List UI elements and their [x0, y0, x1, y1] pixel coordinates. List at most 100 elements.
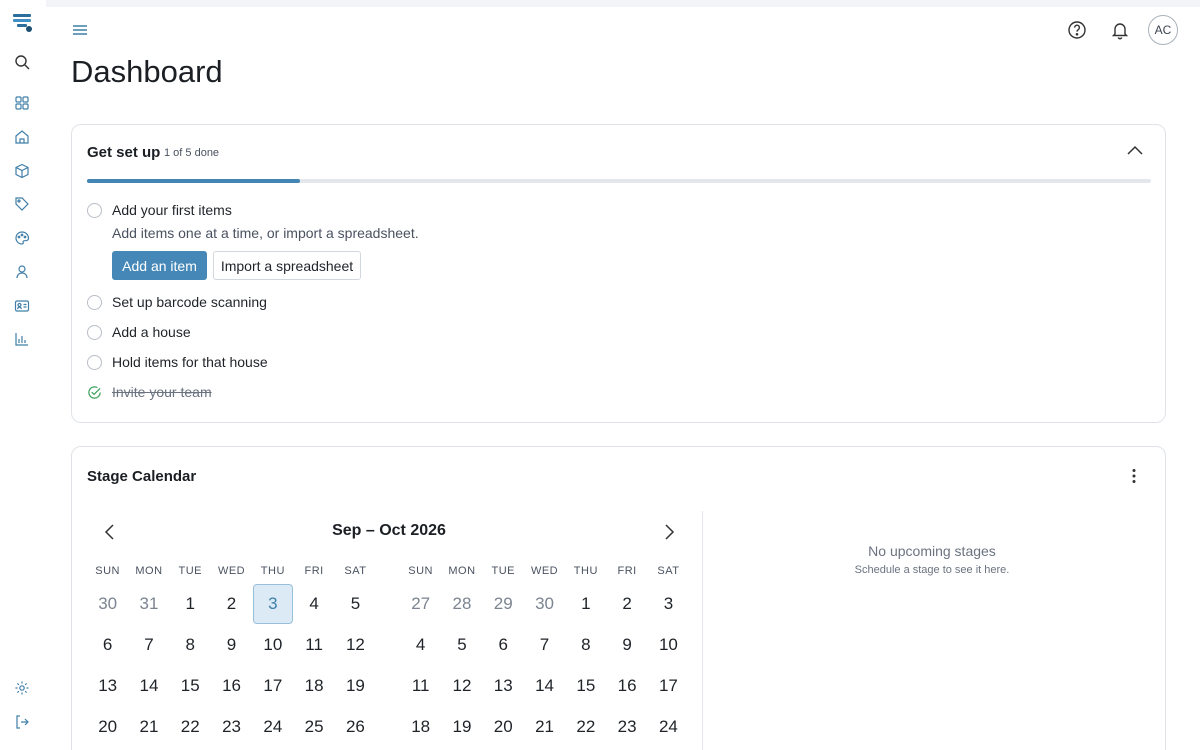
calendar-day-number: 8 — [581, 634, 591, 654]
calendar-day[interactable]: 10 — [648, 624, 689, 665]
calendar-day[interactable]: 20 — [483, 707, 524, 748]
calendar-day[interactable]: 18 — [400, 707, 441, 748]
menu-icon[interactable] — [70, 20, 90, 40]
calendar-day[interactable]: 11 — [400, 665, 441, 706]
calendar-day[interactable]: 1 — [565, 583, 606, 624]
calendar-day[interactable]: 13 — [483, 665, 524, 706]
task-barcode-scanning[interactable]: Set up barcode scanning — [87, 292, 267, 312]
bell-icon[interactable] — [1109, 19, 1131, 41]
calendar-day[interactable]: 13 — [87, 665, 128, 706]
calendar-day[interactable]: 22 — [565, 707, 606, 748]
weekday-label: SAT — [344, 565, 367, 577]
calendar-day[interactable]: 24 — [252, 707, 293, 748]
calendar-day[interactable]: 6 — [87, 624, 128, 665]
home-icon[interactable] — [11, 126, 33, 148]
calendar-day[interactable]: 30 — [524, 583, 565, 624]
calendar-day[interactable]: 8 — [565, 624, 606, 665]
calendar-day[interactable]: 15 — [565, 665, 606, 706]
more-options-icon[interactable] — [1124, 466, 1144, 486]
calendar-day-number: 14 — [139, 675, 159, 695]
id-card-icon[interactable] — [11, 295, 33, 317]
radio-unchecked-icon[interactable] — [87, 324, 102, 340]
calendar-day[interactable]: 7 — [128, 624, 169, 665]
calendar-day[interactable]: 23 — [211, 707, 252, 748]
weekday-label: WED — [530, 565, 559, 577]
calendar-day[interactable]: 19 — [441, 707, 482, 748]
calendar-day[interactable]: 14 — [128, 665, 169, 706]
chevron-right-icon[interactable] — [659, 521, 679, 543]
calendar-day[interactable]: 27 — [400, 583, 441, 624]
calendar-week-row: 18 19 20 21 22 23 24 — [400, 707, 689, 748]
calendar-day[interactable]: 14 — [524, 665, 565, 706]
calendar-day[interactable]: 6 — [483, 624, 524, 665]
help-icon[interactable] — [1066, 19, 1088, 41]
calendar-day[interactable]: 2 — [606, 583, 647, 624]
calendar-day[interactable]: 31 — [128, 583, 169, 624]
task-label: Add your first items — [112, 202, 232, 218]
calendar-day[interactable]: 26 — [335, 707, 376, 748]
radio-unchecked-icon[interactable] — [87, 202, 102, 218]
calendar-day[interactable]: 4 — [400, 624, 441, 665]
import-spreadsheet-button[interactable]: Import a spreadsheet — [213, 251, 361, 280]
calendar-day[interactable]: 10 — [252, 624, 293, 665]
palette-icon[interactable] — [11, 227, 33, 249]
chevron-up-icon[interactable] — [1126, 142, 1144, 160]
avatar[interactable]: AC — [1148, 15, 1178, 45]
search-icon[interactable] — [11, 51, 33, 73]
user-icon[interactable] — [11, 261, 33, 283]
calendar-day-number: 11 — [411, 675, 430, 695]
tag-icon[interactable] — [11, 193, 33, 215]
calendar-day[interactable]: 22 — [170, 707, 211, 748]
grid-icon[interactable] — [11, 92, 33, 114]
task-invite-team[interactable]: Invite your team — [87, 382, 212, 402]
calendar-day[interactable]: 29 — [483, 583, 524, 624]
app-logo-icon[interactable] — [12, 12, 34, 34]
chart-icon[interactable] — [11, 328, 33, 350]
calendar-day[interactable]: 28 — [441, 583, 482, 624]
calendar-day[interactable]: 12 — [335, 624, 376, 665]
calendar-day[interactable]: 18 — [293, 665, 334, 706]
calendar-day[interactable]: 21 — [128, 707, 169, 748]
calendar-day[interactable]: 5 — [335, 583, 376, 624]
calendar-day[interactable]: 5 — [441, 624, 482, 665]
calendar-day[interactable]: 19 — [335, 665, 376, 706]
calendar-day[interactable]: 21 — [524, 707, 565, 748]
add-item-button[interactable]: Add an item — [112, 251, 207, 280]
radio-unchecked-icon[interactable] — [87, 354, 102, 370]
radio-unchecked-icon[interactable] — [87, 294, 102, 310]
task-add-house[interactable]: Add a house — [87, 322, 191, 342]
task-add-first-items[interactable]: Add your first items — [87, 200, 232, 220]
task-hold-items[interactable]: Hold items for that house — [87, 352, 268, 372]
calendar-day-number: 23 — [222, 717, 241, 737]
calendar-day[interactable]: 9 — [606, 624, 647, 665]
calendar-day-number: 4 — [415, 634, 426, 654]
setup-card: Get set up 1 of 5 done Add your first it… — [71, 124, 1166, 423]
chevron-left-icon[interactable] — [100, 521, 120, 543]
calendar-day-number: 3 — [663, 593, 674, 613]
calendar-day-number: 16 — [222, 675, 241, 695]
calendar-day[interactable]: 25 — [293, 707, 334, 748]
calendar-day[interactable]: 17 — [252, 665, 293, 706]
calendar-day[interactable]: 24 — [648, 707, 689, 748]
calendar-day[interactable]: 16 — [606, 665, 647, 706]
calendar-day[interactable]: 16 — [211, 665, 252, 706]
calendar-day[interactable]: 8 — [170, 624, 211, 665]
calendar-day[interactable]: 30 — [87, 583, 128, 624]
calendar-day[interactable]: 4 — [293, 583, 334, 624]
calendar-day[interactable]: 3 — [648, 583, 689, 624]
setup-title: Get set up — [87, 144, 161, 161]
calendar-day[interactable]: 2 — [211, 583, 252, 624]
calendar-day[interactable]: 11 — [293, 624, 334, 665]
calendar-day-today[interactable]: 3 — [252, 583, 294, 625]
calendar-day[interactable]: 12 — [441, 665, 482, 706]
settings-icon[interactable] — [11, 677, 33, 699]
calendar-day[interactable]: 15 — [170, 665, 211, 706]
box-icon[interactable] — [11, 160, 33, 182]
calendar-day[interactable]: 20 — [87, 707, 128, 748]
calendar-day[interactable]: 17 — [648, 665, 689, 706]
calendar-day[interactable]: 7 — [524, 624, 565, 665]
calendar-day[interactable]: 23 — [606, 707, 647, 748]
calendar-day[interactable]: 9 — [211, 624, 252, 665]
logout-icon[interactable] — [11, 711, 33, 733]
calendar-day[interactable]: 1 — [170, 583, 211, 624]
